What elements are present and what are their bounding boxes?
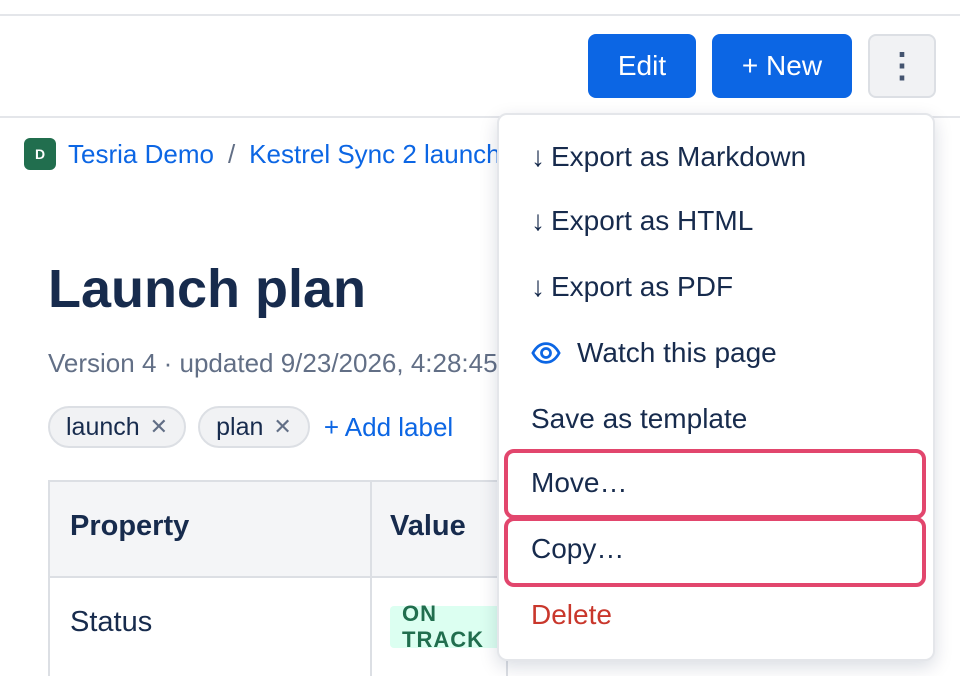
menu-item-export-html[interactable]: ↓ Export as HTML: [531, 205, 753, 237]
header-value: Value: [390, 510, 466, 542]
menu-item-move[interactable]: Move…: [531, 467, 627, 499]
menu-item-label: Watch this page: [577, 337, 777, 368]
label-text: plan: [216, 412, 264, 441]
menu-item-export-markdown[interactable]: ↓ Export as Markdown: [531, 141, 806, 173]
remove-label-icon[interactable]: ✕: [273, 414, 291, 440]
download-icon: ↓: [531, 141, 545, 172]
remove-label-icon[interactable]: ✕: [150, 414, 168, 440]
menu-item-label: Move…: [531, 467, 628, 498]
menu-item-export-pdf[interactable]: ↓ Export as PDF: [531, 271, 733, 303]
breadcrumb-space-link[interactable]: Tesria Demo: [68, 139, 214, 170]
label-text: launch: [66, 412, 140, 441]
properties-table: Property Value Status ON TRACK: [48, 480, 508, 676]
row-status-property: Status: [70, 606, 153, 638]
column-divider: [370, 482, 372, 676]
more-actions-menu: ↓ Export as Markdown ↓ Export as HTML ↓ …: [497, 113, 935, 661]
label-chip: launch ✕: [48, 406, 187, 448]
breadcrumb-separator: /: [227, 138, 236, 169]
header-property: Property: [70, 510, 190, 542]
more-actions-button[interactable]: ⋮: [868, 34, 936, 98]
download-icon: ↓: [531, 205, 545, 236]
eye-icon: [531, 342, 561, 364]
label-chip: plan ✕: [198, 406, 310, 448]
menu-item-label: Export as PDF: [551, 271, 734, 302]
menu-item-label: Delete: [531, 599, 612, 630]
space-avatar: D: [24, 138, 56, 170]
menu-item-copy[interactable]: Copy…: [531, 533, 624, 565]
menu-item-label: Save as template: [531, 403, 748, 434]
breadcrumb-page-link[interactable]: Kestrel Sync 2 launch: [249, 139, 500, 170]
top-divider: [0, 14, 960, 16]
edit-button[interactable]: Edit: [588, 34, 696, 98]
menu-item-label: Copy…: [531, 533, 625, 564]
label-list: launch ✕ plan ✕ + Add label: [48, 406, 453, 448]
breadcrumb: D Tesria Demo / Kestrel Sync 2 launch: [24, 136, 501, 172]
add-label-button[interactable]: + Add label: [324, 412, 453, 443]
status-badge: ON TRACK: [390, 601, 506, 652]
menu-item-label: Export as Markdown: [551, 141, 807, 172]
download-icon: ↓: [531, 271, 545, 302]
menu-item-delete[interactable]: Delete: [531, 599, 612, 631]
page-version-meta: Version 4 · updated 9/23/2026, 4:28:45 P…: [48, 348, 508, 378]
menu-item-label: Export as HTML: [551, 205, 754, 236]
page-title: Launch plan: [48, 259, 367, 319]
new-button[interactable]: + New: [712, 34, 852, 98]
menu-item-watch-page[interactable]: Watch this page: [531, 337, 777, 369]
menu-item-save-template[interactable]: Save as template: [531, 403, 747, 435]
